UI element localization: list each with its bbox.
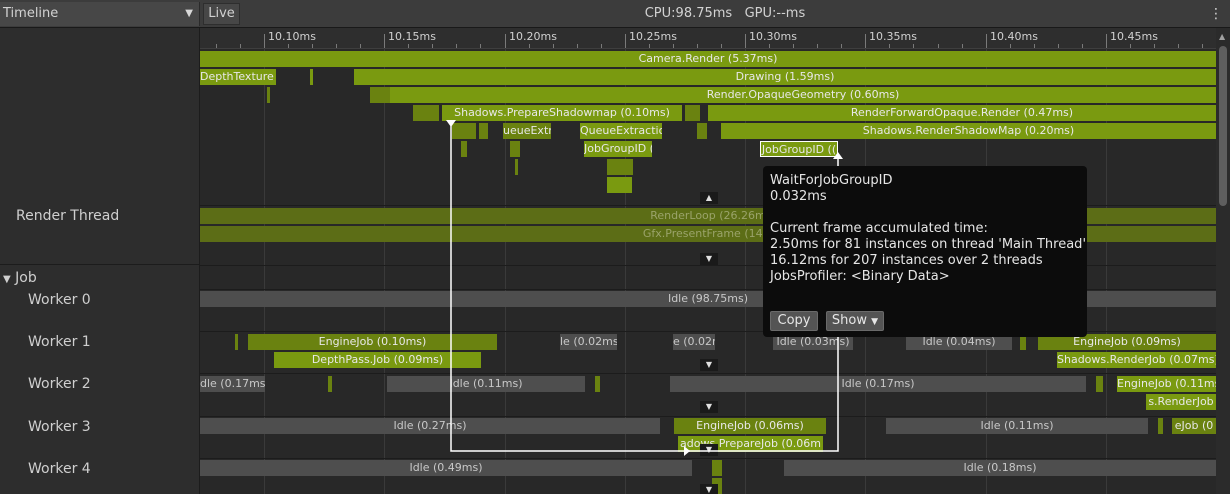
chevron-down-icon: ▼ <box>185 8 193 19</box>
thread-labels-panel: Render Thread ▼ Job Worker 0 Worker 1 Wo… <box>0 28 200 494</box>
thread-label-worker-1: Worker 1 <box>28 334 91 350</box>
show-dropdown-button[interactable]: Show ▼ <box>826 311 884 331</box>
job-group-toggle[interactable]: ▼ Job <box>3 270 37 286</box>
more-options-icon[interactable]: ⋮ <box>1206 4 1226 24</box>
triangle-down-icon: ▼ <box>3 274 11 285</box>
scroll-up-icon[interactable]: ▲ <box>1219 32 1225 41</box>
tooltip-duration: 0.032ms <box>770 189 827 204</box>
thread-label-worker-2: Worker 2 <box>28 376 91 392</box>
tooltip-sample-name: WaitForJobGroupID <box>770 173 893 188</box>
show-button-label: Show <box>831 313 867 328</box>
tooltip-accum-line: 2.50ms for 81 instances on thread 'Main … <box>770 237 1087 252</box>
live-button[interactable]: Live <box>203 3 240 25</box>
thread-label-worker-4: Worker 4 <box>28 461 91 477</box>
thread-label-worker-3: Worker 3 <box>28 419 91 435</box>
chevron-down-icon: ▼ <box>871 317 879 327</box>
sample-tooltip: WaitForJobGroupID 0.032ms Current frame … <box>763 166 1087 337</box>
thread-label-worker-0: Worker 0 <box>28 292 91 308</box>
frame-stats: CPU:98.75ms GPU:--ms <box>600 0 850 28</box>
tooltip-accum-title: Current frame accumulated time: <box>770 221 988 236</box>
tooltip-metadata: JobsProfiler: <Binary Data> <box>770 269 950 284</box>
profiler-toolbar: Timeline ▼ Live CPU:98.75ms GPU:--ms ⋮ <box>0 0 1230 28</box>
thread-label-render: Render Thread <box>16 208 120 224</box>
copy-button[interactable]: Copy <box>770 311 818 331</box>
vertical-scrollbar[interactable]: ▲ <box>1216 28 1230 494</box>
scrollbar-thumb[interactable] <box>1219 46 1227 206</box>
job-group-label: Job <box>15 270 37 286</box>
cpu-time-label: CPU:98.75ms <box>644 6 733 21</box>
view-mode-label: Timeline <box>3 6 59 21</box>
tooltip-accum-line: 16.12ms for 207 instances over 2 threads <box>770 253 1043 268</box>
view-mode-dropdown[interactable]: Timeline ▼ <box>0 2 200 26</box>
gpu-time-label: GPU:--ms <box>744 6 806 21</box>
